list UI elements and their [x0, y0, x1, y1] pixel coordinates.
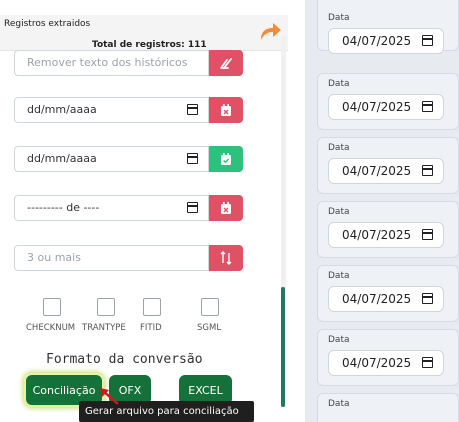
- min-count-input[interactable]: 3 ou mais: [14, 245, 209, 271]
- month-input[interactable]: --------- de ----: [14, 195, 209, 221]
- date-label: Data: [328, 335, 350, 345]
- remove-text-input[interactable]: Remover texto dos históricos: [14, 50, 209, 76]
- fitid-checkbox[interactable]: [143, 298, 161, 316]
- date-card: Data 04/07/2025: [317, 265, 459, 322]
- cursor-arrow-icon: [100, 388, 119, 405]
- date-from-value: dd/mm/aaaa: [27, 103, 97, 116]
- calendar-icon[interactable]: [422, 229, 433, 240]
- calendar-icon[interactable]: [422, 165, 433, 176]
- date-input[interactable]: 04/07/2025: [328, 158, 444, 184]
- records-panel: Registros extraidos Total de registros: …: [0, 15, 288, 422]
- date-label: Data: [328, 143, 350, 153]
- date-input[interactable]: 04/07/2025: [328, 286, 444, 312]
- calendar-icon[interactable]: [187, 104, 198, 115]
- calendar-icon[interactable]: [422, 101, 433, 112]
- sgml-label: SGML: [197, 323, 222, 333]
- date-input[interactable]: 04/07/2025: [328, 28, 444, 54]
- date-to-value: dd/mm/aaaa: [27, 152, 97, 165]
- date-card: Data: [317, 393, 459, 422]
- panel-title: Registros extraidos: [4, 19, 91, 29]
- calendar-icon[interactable]: [422, 293, 433, 304]
- date-card: Data 04/07/2025: [317, 137, 459, 194]
- trantype-checkbox[interactable]: [97, 298, 115, 316]
- fitid-label: FITID: [140, 323, 162, 333]
- sort-button[interactable]: [209, 245, 243, 271]
- date-value: 04/07/2025: [342, 292, 412, 306]
- month-value: --------- de ----: [27, 201, 100, 214]
- clear-history-button[interactable]: [209, 50, 243, 76]
- checknum-checkbox[interactable]: [43, 298, 61, 316]
- date-value: 04/07/2025: [342, 100, 412, 114]
- date-label: Data: [328, 271, 350, 281]
- date-list-panel: Data 04/07/2025 Data 04/07/2025 Data 04/…: [305, 0, 459, 422]
- date-label: Data: [328, 207, 350, 217]
- date-card: Data 04/07/2025: [317, 201, 459, 258]
- date-value: 04/07/2025: [342, 228, 412, 242]
- checknum-label: CHECKNUM: [26, 323, 76, 333]
- date-input[interactable]: 04/07/2025: [328, 94, 444, 120]
- calendar-icon[interactable]: [187, 202, 198, 213]
- calendar-x-icon: [221, 103, 231, 116]
- calendar-icon[interactable]: [422, 357, 433, 368]
- date-value: 04/07/2025: [342, 34, 412, 48]
- calendar-icon[interactable]: [422, 35, 433, 46]
- date-label: Data: [328, 79, 350, 89]
- confirm-date-to-button[interactable]: [209, 146, 243, 172]
- panel-header: Registros extraidos Total de registros: …: [0, 15, 288, 51]
- share-arrow-icon[interactable]: [258, 20, 282, 42]
- sgml-checkbox[interactable]: [201, 298, 219, 316]
- date-input[interactable]: 04/07/2025: [328, 350, 444, 376]
- date-label: Data: [328, 13, 350, 23]
- date-input[interactable]: 04/07/2025: [328, 222, 444, 248]
- format-title: Formato da conversão: [46, 352, 203, 367]
- date-card: Data 04/07/2025: [317, 0, 459, 54]
- date-card: Data 04/07/2025: [317, 73, 459, 130]
- sort-numeric-icon: [220, 251, 232, 265]
- scrollbar-thumb[interactable]: [281, 287, 285, 407]
- date-value: 04/07/2025: [342, 164, 412, 178]
- date-value: 04/07/2025: [342, 356, 412, 370]
- date-to-input[interactable]: dd/mm/aaaa: [14, 146, 209, 172]
- clear-date-from-button[interactable]: [209, 97, 243, 123]
- calendar-check-icon: [221, 152, 231, 165]
- date-card: Data 04/07/2025: [317, 329, 459, 386]
- clear-month-button[interactable]: [209, 195, 243, 221]
- calendar-x-icon: [221, 201, 231, 214]
- eraser-icon: [220, 58, 232, 69]
- remove-text-placeholder: Remover texto dos históricos: [27, 56, 188, 69]
- calendar-icon[interactable]: [187, 153, 198, 164]
- date-from-input[interactable]: dd/mm/aaaa: [14, 97, 209, 123]
- date-label: Data: [328, 399, 350, 409]
- min-count-placeholder: 3 ou mais: [27, 251, 81, 264]
- records-total: Total de registros: 111: [92, 40, 207, 50]
- trantype-label: TRANTYPE: [82, 323, 126, 333]
